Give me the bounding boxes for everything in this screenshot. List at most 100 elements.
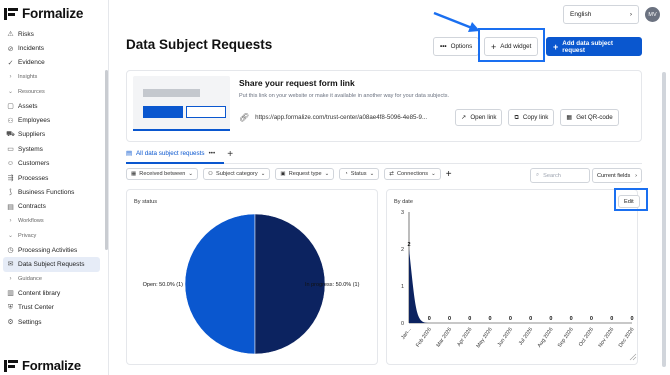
page-scrollbar[interactable] [662,72,666,367]
plus-icon: + [553,41,559,52]
add-view-button[interactable]: + [227,149,233,160]
resize-handle-icon[interactable] [629,353,637,361]
sidebar-item-risks[interactable]: ⚠ Risks [0,27,106,41]
options-button[interactable]: ••• Options [433,37,480,56]
y-tick-label: 0 [401,321,404,327]
sidebar-item-guidance[interactable]: › Guidance [0,272,106,286]
sidebar-item-data-subject-requests[interactable]: ✉ Data Subject Requests [3,257,100,272]
sidebar-item-label: Content library [18,289,61,297]
sidebar-item-customers[interactable]: ☺ Customers [0,157,106,171]
sidebar-item-label: Insights [18,74,38,81]
monitor-icon: ▭ [7,146,14,154]
sidebar-item-content-library[interactable]: ▥ Content library [0,286,106,300]
data-label: 0 [570,316,573,322]
language-select[interactable]: English › [563,5,639,24]
chevron-right-icon: › [9,74,12,81]
tab-all-requests[interactable]: ▤ All data subject requests ••• [126,150,215,160]
sidebar-item-privacy[interactable]: ⌄ Privacy [0,228,106,242]
sidebar-item-assets[interactable]: ▢ Assets [0,99,106,113]
sidebar-item-processes[interactable]: ⇶ Processes [0,171,106,185]
sidebar-item-label: Guidance [18,275,42,282]
sidebar-item-label: Processing Activities [18,246,78,254]
copy-link-button[interactable]: ⧉ Copy link [508,109,555,126]
sidebar-item-trust-center[interactable]: ⛨ Trust Center [0,300,106,314]
chevron-right-icon: › [629,11,632,18]
footer-logo: Formalize [4,358,81,373]
data-label: 2 [407,242,410,248]
pie-label-in-progress: In progress: 50.0% (1) [305,282,360,288]
sidebar-item-contracts[interactable]: ▤ Contracts [0,200,106,214]
sidebar-item-label: Contracts [18,203,46,211]
x-tick-label: Oct 2026 [578,327,595,348]
filter-request-type[interactable]: ▣ Request type ⌄ [275,168,335,180]
sidebar-item-incidents[interactable]: ⊘ Incidents [0,41,106,55]
sidebar-item-label: Trust Center [18,304,54,312]
x-tick-label: Dec 2026 [618,327,636,349]
flow-icon: ⇶ [7,175,14,183]
sidebar-item-systems[interactable]: ▭ Systems [0,142,106,156]
share-url-row: 🔗︎ https://app.formalize.com/trust-cente… [239,109,619,126]
filter-connections[interactable]: ⇄ Connections ⌄ [384,168,441,180]
filter-label: Connections [396,171,429,177]
sidebar-item-label: Suppliers [18,131,46,139]
sidebar-item-resources[interactable]: ⌄ Resources [0,85,106,99]
form-preview-illustration [133,76,230,131]
pie-slice-open[interactable] [184,213,256,355]
open-link-button[interactable]: ↗ Open link [455,109,503,126]
filter-label: Received between [139,171,186,177]
add-request-button[interactable]: + Add data subject request [546,37,642,56]
add-filter-button[interactable]: + [446,169,452,180]
page-title: Data Subject Requests [126,37,273,52]
data-label: 0 [630,316,633,322]
search-input[interactable]: ⌕ Search [530,168,590,183]
filter-label: Subject category [216,171,258,177]
widget-by-date[interactable]: By date 0 1 2 3 2 Jan... 0 Feb 2026 0 Mar 2026 0 Ap… [386,189,640,365]
inbox-icon: ✉ [7,261,14,269]
calendar-icon: ▦ [131,171,137,177]
request-type-icon: ▣ [280,171,286,177]
x-tick-label: Mar 2026 [435,327,453,349]
x-tick-label: Jan... [400,327,412,341]
copy-link-label: Copy link [522,114,549,121]
filter-received-between[interactable]: ▦ Received between ⌄ [126,168,199,180]
warning-icon: ⚠ [7,31,14,39]
view-more-icon[interactable]: ••• [209,150,216,157]
sidebar-item-label: Workflows [18,218,44,225]
sidebar-item-business-functions[interactable]: ⟆ Business Functions [0,185,106,199]
top-right-controls: English › MV [563,5,660,24]
book-icon: ▥ [7,290,14,298]
x-tick-label: Sep 2026 [557,327,575,349]
y-tick-label: 1 [401,284,404,290]
sidebar-item-label: Risks [18,30,34,38]
current-fields-button[interactable]: Current fields › [592,168,642,183]
sidebar-item-evidence[interactable]: ✓ Evidence [0,56,106,70]
avatar[interactable]: MV [645,7,660,22]
chevron-down-icon: ⌄ [7,89,14,96]
view-tab-label: All data subject requests [135,149,205,157]
sidebar-item-label: Incidents [18,45,45,53]
brand-logo[interactable]: Formalize [4,6,83,21]
sidebar-item-suppliers[interactable]: ⛟ Suppliers [0,128,106,142]
filter-subject-category[interactable]: ⚇ Subject category ⌄ [203,168,271,180]
qr-code-button[interactable]: ▦ Get QR-code [560,109,619,126]
y-tick-label: 3 [401,210,404,216]
sidebar-scrollbar[interactable] [105,70,108,250]
sidebar-item-label: Assets [18,102,38,110]
chevron-down-icon: ⌄ [7,233,14,240]
filter-label: Request type [288,171,322,177]
data-label: 0 [549,316,552,322]
open-link-label: Open link [470,114,497,121]
copy-icon: ⧉ [514,113,519,121]
chevron-right-icon: › [635,172,637,179]
sidebar-item-insights[interactable]: › Insights [0,70,106,84]
filter-status[interactable]: ◔ Status ⌄ [339,168,380,180]
options-label: Options [450,43,473,50]
sidebar-item-label: Resources [18,88,45,95]
sidebar-item-settings[interactable]: ⚙ Settings [0,315,106,329]
sidebar-item-processing-activities[interactable]: ◷ Processing Activities [0,243,106,257]
formalize-logo-icon [4,7,18,20]
sidebar-item-workflows[interactable]: › Workflows [0,214,106,228]
sidebar-item-employees[interactable]: ⚇ Employees [0,113,106,127]
sidebar-item-label: Employees [18,117,51,125]
widget-by-status[interactable]: By status Open: 50.0% (1) In progress: 50… [126,189,378,365]
